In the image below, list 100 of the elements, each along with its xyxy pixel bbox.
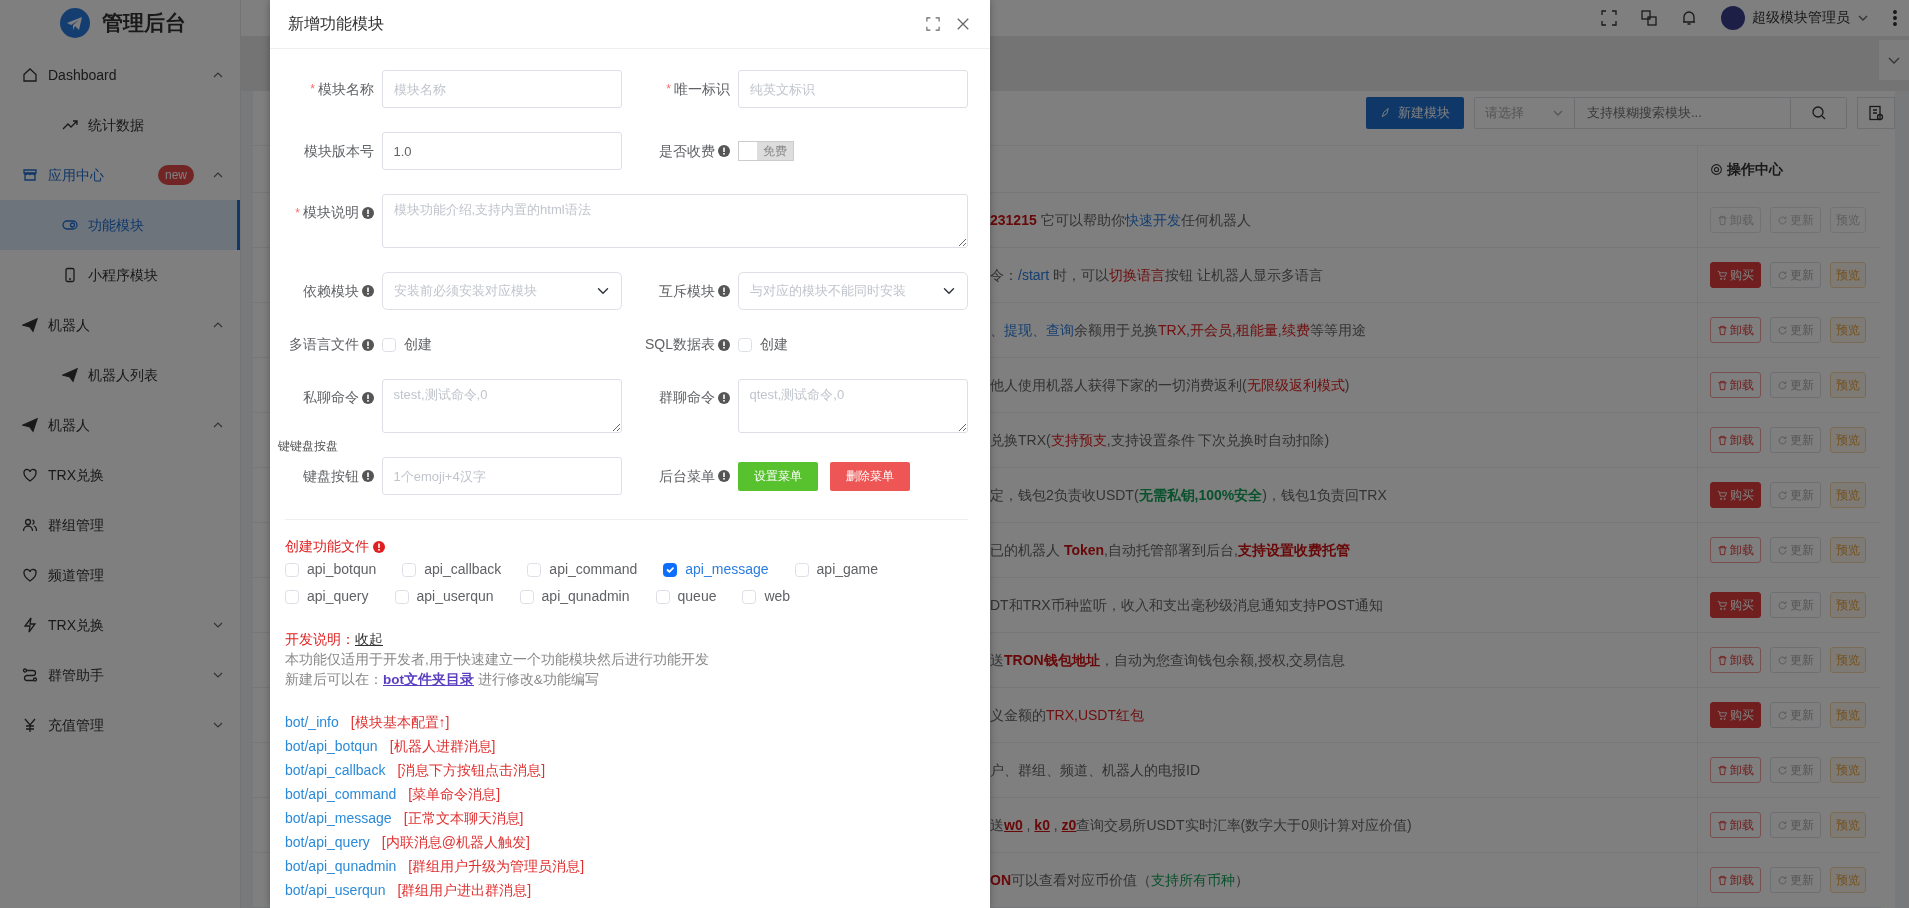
checkbox-label: api_botqun xyxy=(307,560,377,579)
folder-link[interactable]: bot文件夹目录 xyxy=(383,672,474,687)
required-mark: * xyxy=(666,81,671,98)
uninstall-button[interactable]: 卸载 xyxy=(1710,537,1761,563)
preview-button[interactable]: 预览 xyxy=(1830,812,1866,838)
checkbox-label: api_userqun xyxy=(416,587,494,606)
search-button[interactable] xyxy=(1790,98,1846,128)
trash-icon xyxy=(1717,214,1728,226)
section-heading: 开发说明： xyxy=(285,630,355,649)
document-icon xyxy=(1868,105,1884,121)
trash-icon xyxy=(1717,654,1728,666)
uninstall-button[interactable]: 卸载 xyxy=(1710,427,1761,453)
heart-icon xyxy=(22,467,38,483)
heart-icon xyxy=(22,567,38,583)
uninstall-button[interactable]: 卸载 xyxy=(1710,647,1761,673)
info-icon xyxy=(718,338,730,351)
yen-icon xyxy=(22,717,38,733)
uninstall-button[interactable]: 卸载 xyxy=(1710,867,1761,893)
uninstall-button[interactable]: 卸载 xyxy=(1710,812,1761,838)
sidebar-item[interactable]: 机器人 xyxy=(0,400,240,450)
info-icon xyxy=(362,338,374,351)
dropdown[interactable]: 与对应的模块不能同时安装 xyxy=(738,272,968,310)
preview-button[interactable]: 预览 xyxy=(1830,317,1866,343)
sidebar-subitem[interactable]: 功能模块 xyxy=(0,200,240,250)
sidebar-item[interactable]: Dashboard xyxy=(0,50,240,100)
text-area[interactable]: stest,测试命令,0 xyxy=(382,379,622,433)
sidebar-item[interactable]: 群管助手 xyxy=(0,650,240,700)
preview-button[interactable]: 预览 xyxy=(1830,867,1866,893)
buy-button[interactable]: 购买 xyxy=(1710,262,1761,288)
dropdown[interactable]: 安装前必须安装对应模块 xyxy=(382,272,622,310)
trash-icon xyxy=(1717,324,1728,336)
uninstall-button[interactable]: 卸载 xyxy=(1710,317,1761,343)
file-path: bot/api_message xyxy=(285,808,392,828)
storefront-icon xyxy=(22,167,38,183)
user-name[interactable]: 超级模块管理员 xyxy=(1752,7,1850,29)
export-button[interactable] xyxy=(1857,97,1895,129)
refresh-icon xyxy=(1777,214,1788,226)
field-label: 私聊命令 xyxy=(303,388,359,407)
checkbox[interactable] xyxy=(663,562,678,577)
sidebar-subitem[interactable]: 机器人列表 xyxy=(0,350,240,400)
sidebar-item[interactable]: 群组管理 xyxy=(0,500,240,550)
input-field[interactable]: 1个emoji+4汉字 xyxy=(382,457,622,495)
collapse-button[interactable] xyxy=(1879,39,1909,80)
buy-button[interactable]: 购买 xyxy=(1710,592,1761,618)
sidebar-item[interactable]: TRX兑换 xyxy=(0,600,240,650)
input-field[interactable]: 纯英文标识 xyxy=(738,70,968,108)
preview-button[interactable]: 预览 xyxy=(1830,647,1866,673)
collapse-link[interactable]: 收起 xyxy=(355,629,383,650)
file-path: bot/api_botqun xyxy=(285,736,378,756)
preview-button[interactable]: 预览 xyxy=(1830,757,1866,783)
preview-button[interactable]: 预览 xyxy=(1830,427,1866,453)
fullscreen-icon xyxy=(1601,9,1617,26)
close-icon[interactable] xyxy=(956,17,970,31)
description-text: 户、群组、频道、机器人的电报ID xyxy=(990,760,1200,780)
file-path: bot/api_userqun xyxy=(285,880,386,900)
set-menu-button[interactable]: 设置菜单 xyxy=(738,461,818,491)
uninstall-button[interactable]: 卸载 xyxy=(1710,372,1761,398)
text-area[interactable]: 模块功能介绍,支持内置的html语法 xyxy=(382,194,968,248)
checkbox-label: 创建 xyxy=(760,335,788,354)
checkbox-label: api_qunadmin xyxy=(541,587,630,606)
preview-button[interactable]: 预览 xyxy=(1830,262,1866,288)
buy-button[interactable]: 购买 xyxy=(1710,702,1761,728)
preview-button[interactable]: 预览 xyxy=(1830,537,1866,563)
required-mark: * xyxy=(295,204,300,222)
logo-icon xyxy=(60,8,90,38)
uninstall-button[interactable]: 卸载 xyxy=(1710,757,1761,783)
preview-button[interactable]: 预览 xyxy=(1830,702,1866,728)
field-label: 模块版本号 xyxy=(304,141,374,161)
sidebar-item[interactable]: 应用中心 new xyxy=(0,150,240,200)
description-text: 兑换TRX(支持预支,支持设置条件 下次兑换时自动扣除) xyxy=(990,430,1330,450)
sidebar-subitem[interactable]: 小程序模块 xyxy=(0,250,240,300)
trash-icon xyxy=(1717,379,1728,391)
description-text: 231215 它可以帮助你快速开发任何机器人 xyxy=(990,210,1251,230)
text-area[interactable]: qtest,测试命令,0 xyxy=(738,379,968,433)
section-heading: 创建功能文件 xyxy=(285,537,369,556)
file-description: [正常文本聊天消息] xyxy=(403,808,524,828)
input-field[interactable]: 1.0 xyxy=(382,132,622,170)
field-label: 模块说明 xyxy=(303,203,359,222)
file-description: [机器人进群消息] xyxy=(389,736,496,756)
toggle-switch[interactable]: 免费 xyxy=(738,141,794,161)
info-icon xyxy=(718,470,730,482)
preview-button[interactable]: 预览 xyxy=(1830,482,1866,508)
checkbox-label: api_game xyxy=(816,560,879,579)
cart-icon xyxy=(1717,709,1728,721)
refresh-icon xyxy=(1777,654,1788,666)
sidebar-item[interactable]: 充值管理 xyxy=(0,700,240,750)
refresh-icon xyxy=(1777,489,1788,501)
preview-button[interactable]: 预览 xyxy=(1830,372,1866,398)
gear-icon xyxy=(1710,162,1723,176)
sidebar-item[interactable]: TRX兑换 xyxy=(0,450,240,500)
input-field[interactable]: 模块名称 xyxy=(382,70,622,108)
sidebar-item[interactable]: 频道管理 xyxy=(0,550,240,600)
sidebar-subitem[interactable]: 统计数据 xyxy=(0,100,240,150)
sidebar-item[interactable]: 机器人 xyxy=(0,300,240,350)
file-description: [群组用户升级为管理员消息] xyxy=(408,856,585,876)
buy-button[interactable]: 购买 xyxy=(1710,482,1761,508)
preview-button[interactable]: 预览 xyxy=(1830,592,1866,618)
field-label: 依赖模块 xyxy=(303,281,359,301)
new-module-button[interactable]: 新建模块 xyxy=(1366,97,1464,129)
delete-menu-button[interactable]: 删除菜单 xyxy=(830,461,910,491)
